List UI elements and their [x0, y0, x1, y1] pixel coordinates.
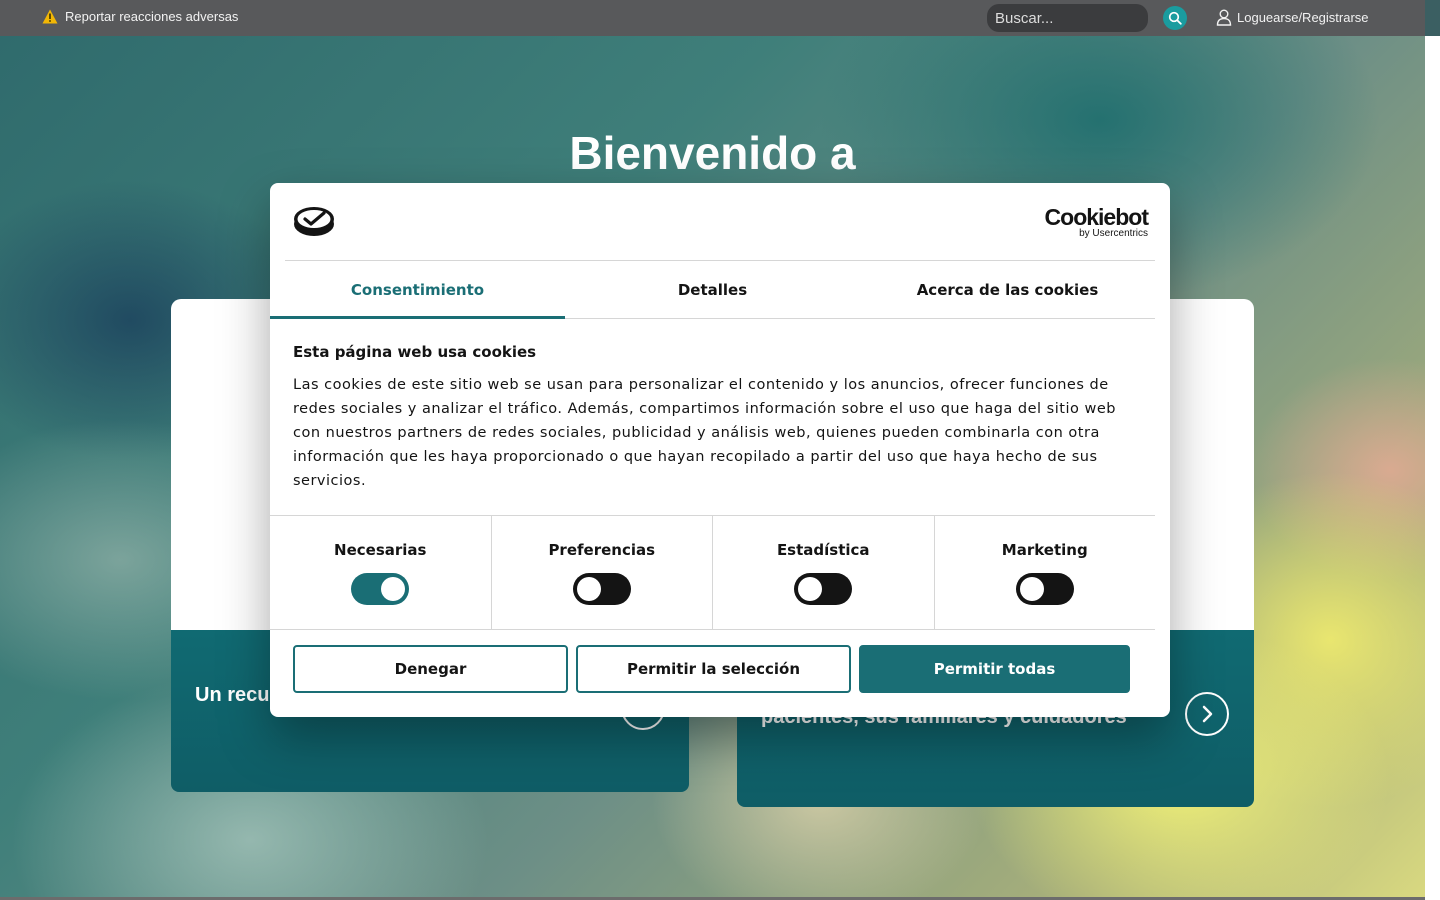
category-label: Preferencias: [548, 541, 656, 559]
brand-logo-icon: [294, 207, 334, 236]
category-label: Estadística: [776, 541, 870, 559]
tab-details[interactable]: Detalles: [565, 261, 860, 318]
category-preferences: Preferencias: [490, 516, 713, 629]
search-icon: [1168, 11, 1182, 25]
statistics-toggle[interactable]: [794, 573, 853, 605]
search-input[interactable]: [987, 4, 1148, 32]
category-label: Marketing: [1001, 541, 1088, 559]
dialog-header: Cookiebot by Usercentrics: [285, 183, 1155, 261]
warning-triangle-icon: [42, 9, 58, 24]
user-icon: [1216, 9, 1232, 26]
cookiebot-name: Cookiebot: [1044, 204, 1149, 230]
category-necessary: Necesarias: [270, 516, 491, 629]
dialog-title: Esta página web usa cookies: [293, 343, 537, 361]
consent-tabs: Consentimiento Detalles Acerca de las co…: [270, 261, 1155, 319]
category-marketing: Marketing: [933, 516, 1156, 629]
cookiebot-logo[interactable]: Cookiebot by Usercentrics: [1044, 204, 1149, 240]
chevron-right-icon: [1202, 705, 1213, 723]
category-label: Necesarias: [334, 541, 427, 559]
report-label: Reportar reacciones adversas: [65, 9, 239, 24]
allow-selection-button[interactable]: Permitir la selección: [576, 645, 851, 693]
toggle-knob: [1019, 577, 1044, 601]
preferences-toggle[interactable]: [572, 573, 631, 605]
toggle-knob: [381, 577, 406, 601]
necessary-toggle[interactable]: [351, 573, 410, 605]
dialog-description: Las cookies de este sitio web se usan pa…: [293, 377, 1116, 489]
login-register-link[interactable]: Loguearse/Registrarse: [1216, 9, 1369, 26]
hero-title: Bienvenido a: [569, 127, 856, 179]
toggle-knob: [576, 577, 601, 601]
consent-buttons: Denegar Permitir la selección Permitir t…: [293, 645, 1130, 693]
category-statistics: Estadística: [712, 516, 934, 629]
search-button[interactable]: [1163, 6, 1187, 30]
login-label: Loguearse/Registrarse: [1237, 10, 1369, 25]
tab-consent[interactable]: Consentimiento: [270, 261, 565, 319]
toggle-knob: [798, 577, 823, 601]
report-adverse-reactions-link[interactable]: Reportar reacciones adversas: [42, 9, 238, 24]
tab-about-cookies[interactable]: Acerca de las cookies: [860, 261, 1155, 318]
top-bar: Reportar reacciones adversas Loguearse/R…: [0, 0, 1425, 36]
allow-all-button[interactable]: Permitir todas: [859, 645, 1130, 693]
consent-categories: Necesarias Preferencias Estadística Mark…: [270, 515, 1155, 630]
marketing-toggle[interactable]: [1015, 573, 1074, 605]
deny-button[interactable]: Denegar: [293, 645, 568, 693]
cookie-consent-dialog: Cookiebot by Usercentrics Consentimiento…: [270, 183, 1170, 717]
scrollbar-track[interactable]: [1425, 36, 1440, 900]
patients-card-arrow-button[interactable]: [1185, 692, 1229, 736]
